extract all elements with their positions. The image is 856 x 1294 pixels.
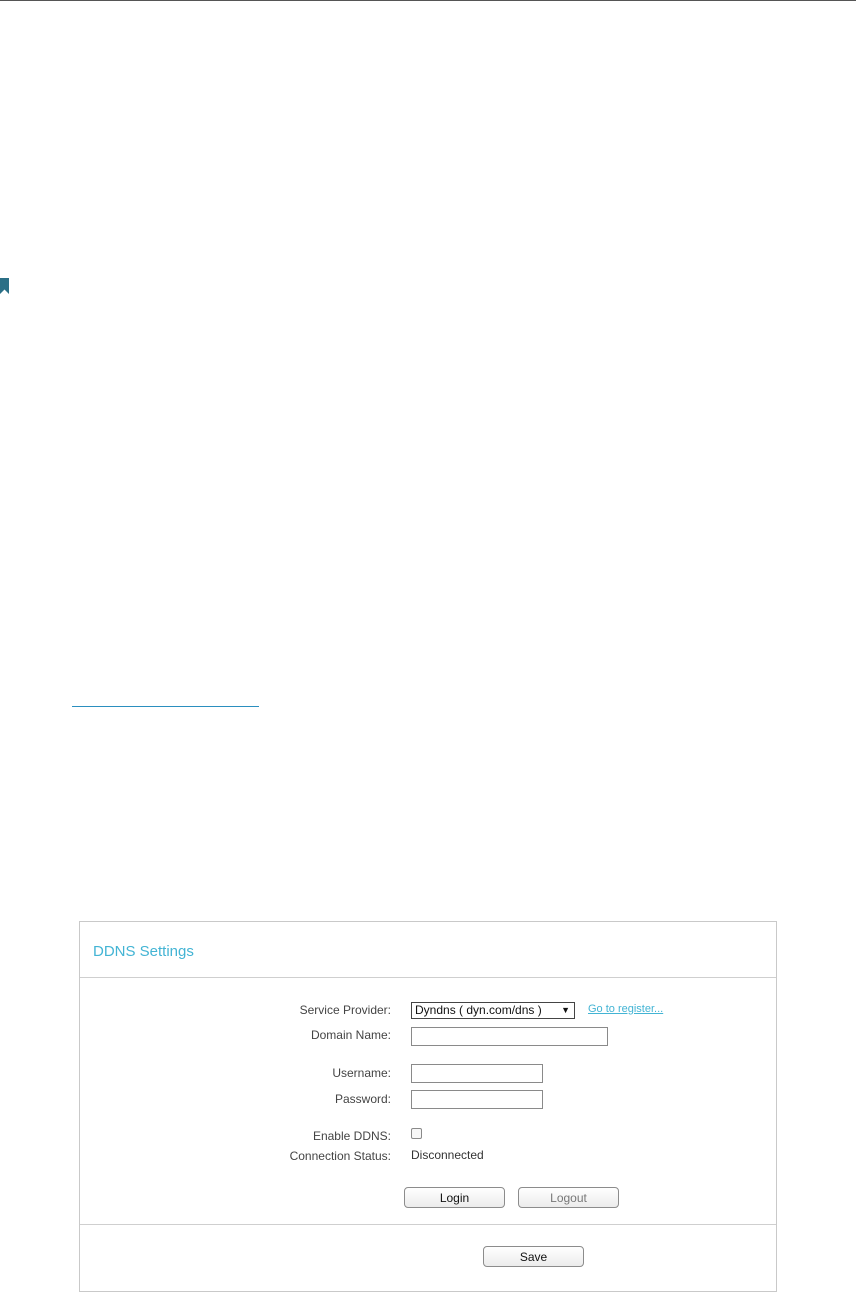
password-input[interactable]: [411, 1090, 543, 1109]
service-provider-label: Service Provider:: [299, 1003, 391, 1017]
go-to-register-link[interactable]: Go to register...: [588, 1003, 663, 1015]
panel-title: DDNS Settings: [93, 943, 194, 960]
domain-name-input[interactable]: [411, 1027, 608, 1046]
service-provider-value: Dyndns ( dyn.com/dns ): [415, 1003, 542, 1017]
domain-name-label: Domain Name:: [310, 1028, 391, 1042]
top-rule: [0, 0, 856, 1]
triangle-down-icon: ▼: [561, 1005, 570, 1015]
link-underline: [72, 706, 259, 707]
bookmark-icon: [0, 278, 9, 294]
logout-button[interactable]: Logout: [518, 1187, 619, 1208]
panel-footer-divider: [80, 1224, 776, 1225]
enable-ddns-checkbox[interactable]: [411, 1128, 422, 1139]
service-provider-select[interactable]: Dyndns ( dyn.com/dns ) ▼: [411, 1002, 575, 1019]
username-label: Username:: [332, 1066, 391, 1080]
panel-header-divider: [80, 977, 776, 978]
connection-status-label: Connection Status:: [289, 1149, 391, 1163]
login-button[interactable]: Login: [404, 1187, 505, 1208]
username-input[interactable]: [411, 1064, 543, 1083]
connection-status-value: Disconnected: [411, 1148, 484, 1162]
save-button[interactable]: Save: [483, 1246, 584, 1267]
enable-ddns-label: Enable DDNS:: [312, 1129, 391, 1143]
ddns-settings-panel: DDNS Settings Service Provider: Dyndns (…: [79, 921, 777, 1292]
password-label: Password:: [334, 1092, 391, 1106]
